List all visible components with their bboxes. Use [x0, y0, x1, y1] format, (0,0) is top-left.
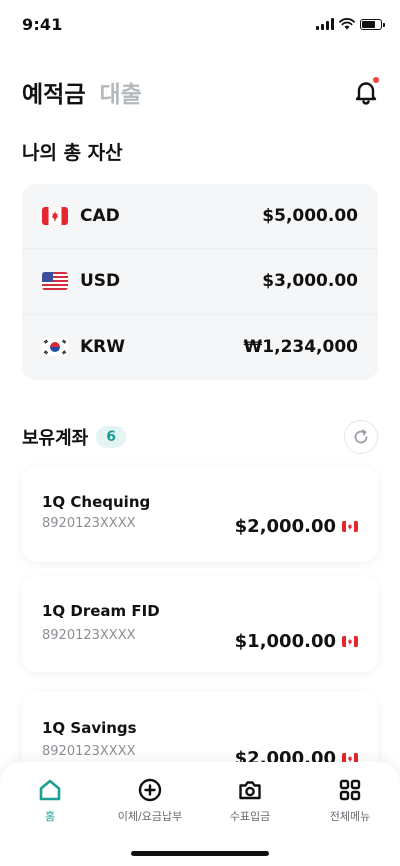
asset-currency: USD [80, 271, 121, 292]
account-balance: $1,000.00 [235, 631, 358, 652]
nav-label: 홈 [44, 810, 56, 823]
status-icons [316, 18, 385, 30]
battery-icon [360, 18, 385, 30]
canada-flag-icon [42, 207, 68, 226]
notification-dot [373, 77, 379, 83]
tab-loans[interactable]: 대출 [99, 75, 141, 109]
canada-flag-icon [342, 521, 358, 532]
nav-item-transfer[interactable]: 이체/요금납부 [105, 776, 195, 824]
nav-item-menu[interactable]: 전체메뉴 [305, 776, 395, 824]
account-name: 1Q Dream FID [42, 602, 160, 620]
account-number: 8920123XXXX [42, 628, 136, 643]
asset-amount: $5,000.00 [262, 206, 358, 227]
korea-flag-icon [42, 338, 68, 357]
grid-icon [339, 779, 361, 801]
nav-label: 수표입금 [229, 810, 271, 823]
assets-title: 나의 총 자산 [22, 142, 123, 164]
nav-label: 전체메뉴 [329, 810, 371, 823]
asset-row-usd[interactable]: USD $3,000.00 [22, 249, 378, 315]
assets-card: CAD $5,000.00 USD $3,000.00 KRW ₩1,234,0… [22, 184, 378, 380]
asset-row-cad[interactable]: CAD $5,000.00 [22, 184, 378, 250]
usa-flag-icon [42, 272, 68, 291]
header: 예적금 대출 [0, 68, 400, 116]
account-card[interactable]: 1Q Dream FID 8920123XXXX $1,000.00 [22, 576, 378, 672]
account-balance: $2,000.00 [235, 516, 358, 537]
tab-deposits[interactable]: 예적금 [22, 75, 85, 109]
account-name: 1Q Chequing [42, 493, 151, 511]
asset-amount: ₩1,234,000 [243, 337, 358, 358]
canada-flag-icon [342, 636, 358, 647]
account-amount: $2,000.00 [234, 516, 336, 537]
wifi-icon [339, 18, 355, 30]
nav-item-check-deposit[interactable]: 수표입금 [205, 776, 295, 824]
asset-currency: CAD [80, 206, 120, 227]
account-name: 1Q Savings [42, 719, 137, 737]
accounts-header: 보유계좌 6 [22, 420, 378, 454]
home-indicator [131, 851, 269, 856]
camera-icon [239, 781, 261, 800]
refresh-icon [354, 429, 368, 444]
asset-row-krw[interactable]: KRW ₩1,234,000 [22, 315, 378, 380]
status-bar: 9:41 [0, 0, 400, 48]
home-icon [39, 779, 61, 801]
accounts-count-badge: 6 [96, 426, 126, 448]
status-time: 9:41 [22, 14, 63, 34]
signal-icon [316, 18, 334, 30]
accounts-title: 보유계좌 [22, 428, 89, 449]
account-number: 8920123XXXX [42, 744, 136, 759]
account-amount: $1,000.00 [234, 631, 336, 652]
account-card[interactable]: 1Q Chequing 8920123XXXX $2,000.00 [22, 466, 378, 562]
account-number: 8920123XXXX [42, 516, 136, 531]
bottom-nav: 홈 이체/요금납부 수표입금 전체메뉴 [0, 762, 400, 866]
nav-item-home[interactable]: 홈 [5, 776, 95, 824]
asset-currency: KRW [80, 337, 126, 358]
asset-amount: $3,000.00 [262, 271, 358, 292]
notification-button[interactable] [352, 77, 380, 106]
plus-circle-icon [138, 778, 162, 802]
nav-label: 이체/요금납부 [117, 810, 183, 823]
refresh-button[interactable] [344, 420, 378, 454]
